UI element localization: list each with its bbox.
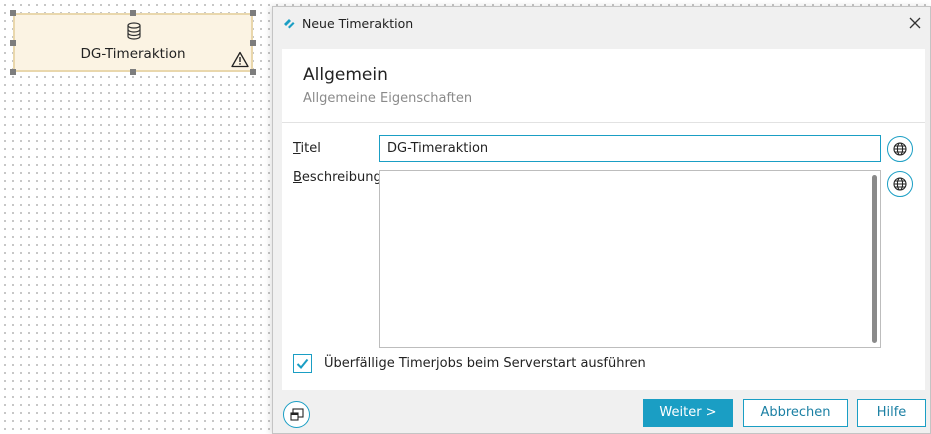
timer-action-node[interactable]: DG-Timeraktion	[13, 13, 253, 72]
close-icon[interactable]	[906, 14, 924, 32]
description-textarea[interactable]	[379, 170, 881, 348]
dialog-titlebar[interactable]: Neue Timeraktion	[273, 7, 930, 39]
resize-handle-bottom-center[interactable]	[130, 69, 136, 75]
resize-handle-top-center[interactable]	[130, 10, 136, 16]
checkmark-icon	[296, 358, 309, 369]
warning-icon	[231, 51, 249, 68]
title-input[interactable]: DG-Timeraktion	[379, 135, 881, 162]
overdue-jobs-checkbox[interactable]	[293, 354, 312, 373]
dialog-title: Neue Timeraktion	[302, 16, 414, 31]
resize-handle-middle-left[interactable]	[10, 40, 16, 46]
app-logo-icon	[284, 19, 295, 29]
description-scrollbar[interactable]	[872, 175, 877, 343]
section-header: Allgemein Allgemeine Eigenschaften	[282, 49, 925, 123]
section-subtitle: Allgemeine Eigenschaften	[303, 91, 473, 106]
resize-handle-bottom-left[interactable]	[10, 69, 16, 75]
description-translate-button[interactable]	[887, 171, 913, 197]
title-label: Titel	[293, 141, 321, 156]
globe-icon	[893, 177, 907, 191]
overdue-jobs-label[interactable]: Überfällige Timerjobs beim Serverstart a…	[324, 356, 646, 371]
window-icon	[290, 408, 304, 421]
database-icon	[127, 22, 141, 40]
window-mode-button[interactable]	[283, 401, 310, 428]
resize-handle-top-left[interactable]	[10, 10, 16, 16]
general-panel: Allgemein Allgemeine Eigenschaften Titel…	[282, 49, 925, 390]
title-translate-button[interactable]	[887, 136, 913, 162]
help-button[interactable]: Hilfe	[857, 399, 926, 427]
next-button[interactable]: Weiter >	[643, 399, 733, 427]
resize-handle-top-right[interactable]	[250, 10, 256, 16]
node-label: DG-Timeraktion	[80, 46, 186, 62]
description-label: Beschreibung	[293, 170, 382, 185]
section-title: Allgemein	[303, 65, 388, 85]
cancel-button[interactable]: Abbrechen	[743, 399, 848, 427]
resize-handle-bottom-right[interactable]	[250, 69, 256, 75]
globe-icon	[893, 142, 907, 156]
resize-handle-middle-right[interactable]	[250, 40, 256, 46]
new-timer-action-dialog: Neue Timeraktion Allgemein Allgemeine Ei…	[272, 6, 931, 434]
